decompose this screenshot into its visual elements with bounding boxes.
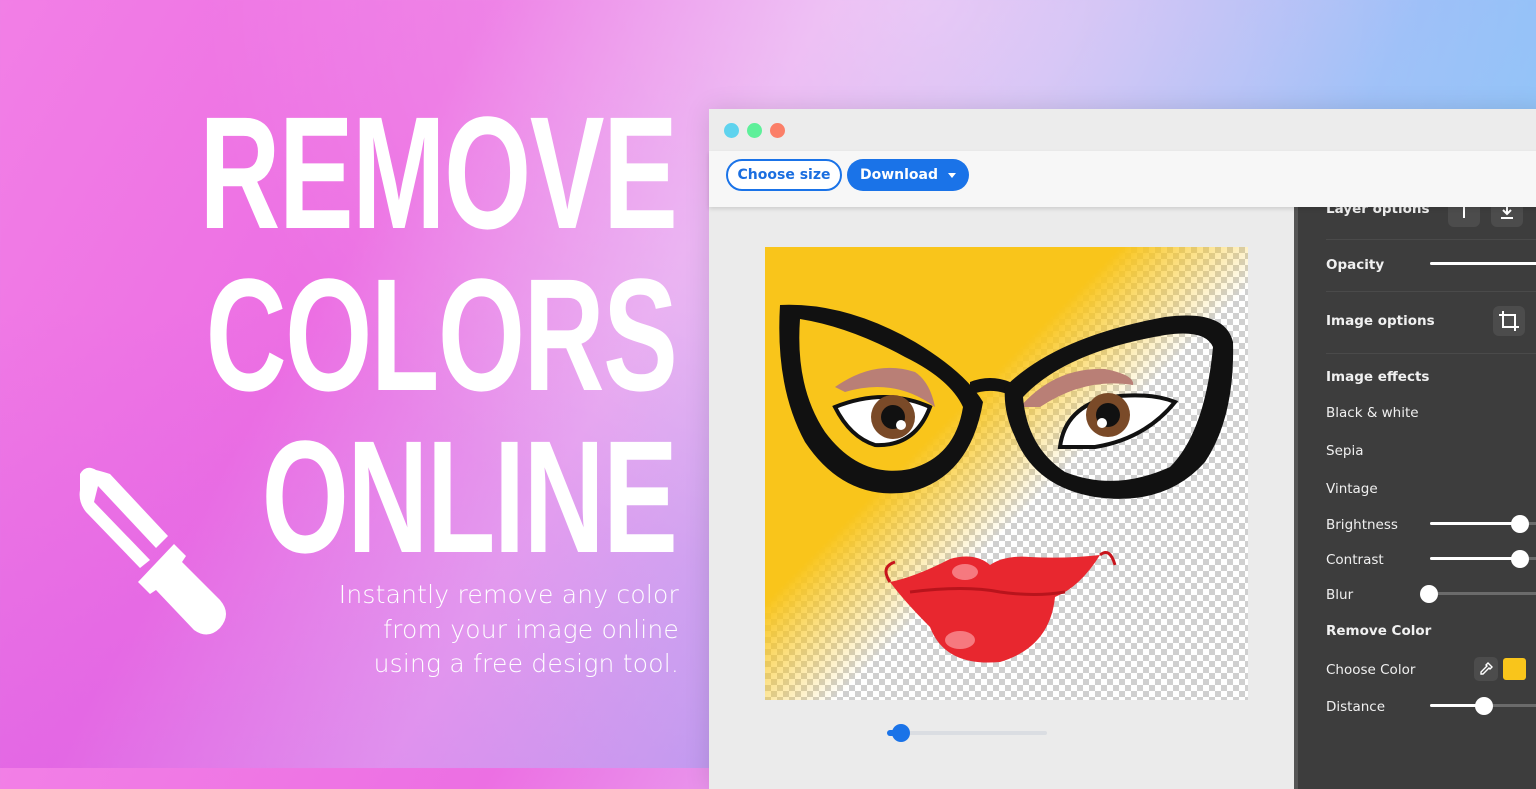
headline-line: ONLINE <box>261 407 677 586</box>
effect-sepia[interactable]: Sepia <box>1326 443 1363 459</box>
opacity-slider[interactable] <box>1430 254 1536 274</box>
lip-highlight-top <box>952 564 978 580</box>
choose-color-label: Choose Color <box>1326 662 1416 678</box>
lips <box>890 555 1100 663</box>
headline: REMOVE COLORS ONLINE <box>198 83 677 586</box>
contrast-slider-thumb[interactable] <box>1511 550 1529 568</box>
image-canvas[interactable] <box>765 247 1248 700</box>
title-bar <box>709 109 1536 151</box>
canvas-area <box>709 207 1294 789</box>
divider <box>1326 291 1536 292</box>
opacity-label: Opacity <box>1326 257 1385 273</box>
zoom-slider-thumb[interactable] <box>892 724 910 742</box>
minimize-window-button[interactable] <box>747 123 762 138</box>
brightness-slider-fill <box>1430 522 1520 525</box>
brightness-slider-thumb[interactable] <box>1511 515 1529 533</box>
right-eye-glint <box>1097 418 1107 428</box>
crop-button[interactable] <box>1493 306 1525 336</box>
headline-line: COLORS <box>205 245 677 424</box>
zoom-slider[interactable] <box>887 723 1047 743</box>
choose-size-label: Choose size <box>737 167 831 183</box>
eyedropper-icon <box>79 467 226 635</box>
choose-size-button[interactable]: Choose size <box>726 159 842 191</box>
subtext: Instantly remove any color from your ima… <box>339 578 679 682</box>
properties-panel: Layer options Opacity Image options Imag… <box>1294 197 1536 789</box>
editor-window: Choose size Download Layer options Opaci… <box>709 109 1536 789</box>
lip-highlight-bottom <box>945 631 975 649</box>
contrast-label: Contrast <box>1326 552 1384 568</box>
distance-slider[interactable] <box>1430 696 1536 716</box>
close-window-button[interactable] <box>724 123 739 138</box>
image-options-label: Image options <box>1326 313 1435 329</box>
brightness-slider[interactable] <box>1430 514 1536 534</box>
image-effects-label: Image effects <box>1326 369 1430 385</box>
headline-line: REMOVE <box>198 83 677 262</box>
lip-corner-left <box>884 560 896 583</box>
lip-corner-right <box>1099 551 1117 566</box>
divider <box>1326 353 1536 354</box>
chevron-down-icon <box>948 172 957 178</box>
effect-black-white[interactable]: Black & white <box>1326 405 1419 421</box>
contrast-slider[interactable] <box>1430 549 1536 569</box>
blur-slider-thumb[interactable] <box>1420 585 1438 603</box>
chosen-color-swatch[interactable] <box>1503 658 1526 680</box>
download-label: Download <box>859 167 939 183</box>
subtext-line: using a free design tool. <box>373 649 679 678</box>
contrast-slider-fill <box>1430 557 1520 560</box>
maximize-window-button[interactable] <box>770 123 785 138</box>
blur-slider-track <box>1429 592 1536 595</box>
zoom-slider-track <box>887 731 1047 735</box>
opacity-slider-fill <box>1430 262 1536 265</box>
left-eye-glint <box>896 420 906 430</box>
brightness-label: Brightness <box>1326 517 1398 533</box>
effect-vintage[interactable]: Vintage <box>1326 481 1378 497</box>
blur-label: Blur <box>1326 587 1354 603</box>
face-illustration <box>779 304 1234 663</box>
arrow-up-icon <box>1463 206 1465 218</box>
download-button[interactable]: Download <box>847 159 969 191</box>
distance-label: Distance <box>1326 699 1386 715</box>
eyedropper-icon <box>1480 662 1493 675</box>
eyedropper-button[interactable] <box>1474 657 1498 681</box>
blur-slider[interactable] <box>1420 584 1536 604</box>
remove-color-label: Remove Color <box>1326 623 1432 639</box>
toolbar: Choose size Download <box>709 151 1536 207</box>
crop-icon <box>1499 311 1519 331</box>
divider <box>1326 239 1536 240</box>
distance-slider-thumb[interactable] <box>1475 697 1493 715</box>
subtext-line: Instantly remove any color <box>338 580 679 609</box>
subtext-line: from your image online <box>383 614 679 644</box>
